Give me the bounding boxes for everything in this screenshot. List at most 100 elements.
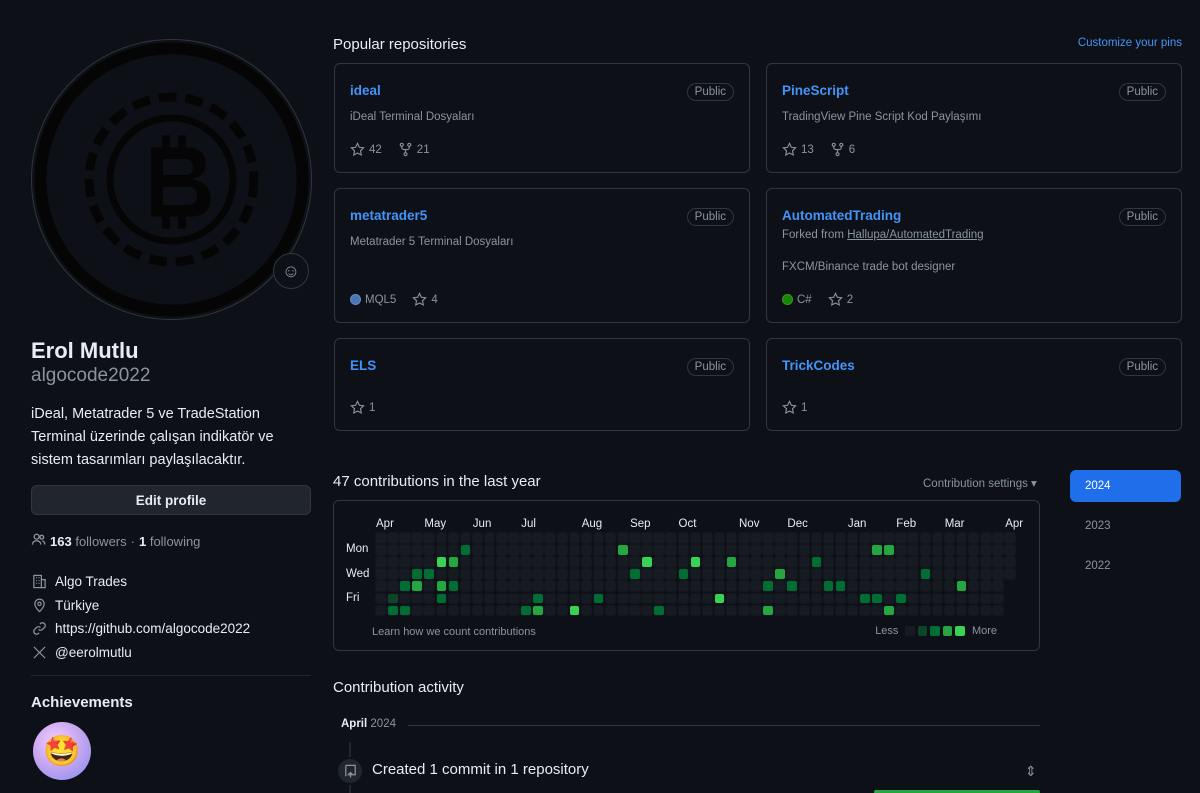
contribution-day-cell[interactable] (666, 545, 676, 555)
contribution-day-cell[interactable] (872, 593, 882, 603)
contribution-day-cell[interactable] (872, 569, 882, 579)
contribution-day-cell[interactable] (944, 545, 955, 555)
contribution-day-cell[interactable] (460, 545, 471, 555)
contribution-day-cell[interactable] (605, 545, 616, 555)
fold-icon[interactable]: ⇕ (1025, 763, 1037, 780)
contribution-day-cell[interactable] (690, 557, 701, 567)
contribution-day-cell[interactable] (642, 545, 652, 555)
contribution-day-cell[interactable] (799, 581, 809, 591)
contribution-day-cell[interactable] (811, 545, 822, 555)
contribution-day-cell[interactable] (472, 605, 483, 616)
contribution-day-cell[interactable] (424, 605, 434, 616)
contribution-day-cell[interactable] (763, 533, 773, 543)
contribution-day-cell[interactable] (884, 581, 894, 591)
contribution-day-cell[interactable] (642, 533, 652, 543)
contribution-day-cell[interactable] (581, 605, 592, 616)
contribution-day-cell[interactable] (968, 581, 979, 591)
contribution-day-cell[interactable] (424, 569, 434, 579)
contribution-day-cell[interactable] (654, 605, 664, 616)
contribution-day-cell[interactable] (775, 605, 785, 616)
contribution-day-cell[interactable] (472, 557, 483, 567)
contribution-day-cell[interactable] (944, 593, 955, 603)
contribution-day-cell[interactable] (714, 605, 725, 616)
contribution-day-cell[interactable] (509, 581, 519, 591)
contribution-day-cell[interactable] (896, 569, 906, 579)
contribution-day-cell[interactable] (521, 557, 531, 567)
contribution-day-cell[interactable] (557, 545, 567, 555)
customize-pins-link[interactable]: Customize your pins (1078, 37, 1182, 49)
contribution-day-cell[interactable] (823, 533, 834, 543)
contribution-day-cell[interactable] (497, 569, 507, 579)
contribution-day-cell[interactable] (521, 593, 531, 603)
contribution-day-cell[interactable] (388, 605, 398, 616)
contribution-day-cell[interactable] (654, 569, 664, 579)
contribution-day-cell[interactable] (714, 557, 725, 567)
contribution-day-cell[interactable] (545, 545, 555, 555)
contribution-day-cell[interactable] (981, 545, 991, 555)
contribution-day-cell[interactable] (956, 581, 967, 591)
contribution-day-cell[interactable] (908, 605, 918, 616)
contribution-day-cell[interactable] (448, 533, 459, 543)
contribution-day-cell[interactable] (932, 569, 943, 579)
contribution-day-cell[interactable] (811, 581, 822, 591)
contribution-day-cell[interactable] (618, 545, 628, 555)
contribution-day-cell[interactable] (739, 593, 749, 603)
contribution-day-cell[interactable] (787, 605, 797, 616)
website-link[interactable]: https://github.com/algocode2022 (55, 621, 250, 636)
contribution-day-cell[interactable] (714, 533, 725, 543)
contribution-day-cell[interactable] (436, 533, 446, 543)
contribution-day-cell[interactable] (884, 533, 894, 543)
contribution-day-cell[interactable] (460, 605, 471, 616)
contribution-day-cell[interactable] (811, 593, 822, 603)
contribution-day-cell[interactable] (956, 593, 967, 603)
contribution-day-cell[interactable] (376, 581, 386, 591)
contribution-day-cell[interactable] (690, 569, 701, 579)
year-2023[interactable]: 2023 (1070, 510, 1181, 542)
contribution-day-cell[interactable] (908, 545, 918, 555)
contribution-day-cell[interactable] (884, 569, 894, 579)
contribution-day-cell[interactable] (847, 593, 858, 603)
contribution-day-cell[interactable] (726, 593, 737, 603)
contribution-day-cell[interactable] (642, 605, 652, 616)
contribution-day-cell[interactable] (593, 545, 604, 555)
contribution-day-cell[interactable] (920, 569, 930, 579)
contribution-day-cell[interactable] (436, 581, 446, 591)
contribution-day-cell[interactable] (811, 557, 822, 567)
year-2022[interactable]: 2022 (1070, 550, 1181, 582)
contribution-day-cell[interactable] (472, 545, 483, 555)
contribution-day-cell[interactable] (944, 557, 955, 567)
contribution-day-cell[interactable] (847, 557, 858, 567)
contribution-day-cell[interactable] (799, 557, 809, 567)
contribution-day-cell[interactable] (1005, 557, 1015, 567)
contribution-day-cell[interactable] (920, 545, 930, 555)
contribution-day-cell[interactable] (376, 593, 386, 603)
contribution-day-cell[interactable] (835, 569, 846, 579)
stars-link[interactable]: 13 (782, 142, 814, 157)
contribution-day-cell[interactable] (872, 605, 882, 616)
contribution-day-cell[interactable] (763, 605, 773, 616)
contribution-day-cell[interactable] (412, 581, 422, 591)
following-link[interactable]: 1 following (139, 534, 200, 549)
contribution-day-cell[interactable] (654, 557, 664, 567)
contribution-day-cell[interactable] (630, 593, 640, 603)
contribution-day-cell[interactable] (968, 533, 979, 543)
contribution-day-cell[interactable] (739, 569, 749, 579)
contribution-day-cell[interactable] (932, 545, 943, 555)
contribution-day-cell[interactable] (618, 533, 628, 543)
contribution-day-cell[interactable] (1005, 569, 1015, 579)
contribution-day-cell[interactable] (920, 533, 930, 543)
contribution-day-cell[interactable] (666, 605, 676, 616)
contribution-day-cell[interactable] (739, 557, 749, 567)
contribution-day-cell[interactable] (424, 593, 434, 603)
contribution-day-cell[interactable] (763, 545, 773, 555)
contribution-day-cell[interactable] (581, 545, 592, 555)
contribution-day-cell[interactable] (981, 605, 991, 616)
contribution-day-cell[interactable] (666, 533, 676, 543)
contribution-day-cell[interactable] (932, 593, 943, 603)
contribution-day-cell[interactable] (521, 569, 531, 579)
contribution-day-cell[interactable] (521, 533, 531, 543)
contribution-day-cell[interactable] (605, 557, 616, 567)
contribution-day-cell[interactable] (1005, 545, 1015, 555)
stars-link[interactable]: 1 (350, 400, 375, 415)
contribution-day-cell[interactable] (884, 545, 894, 555)
